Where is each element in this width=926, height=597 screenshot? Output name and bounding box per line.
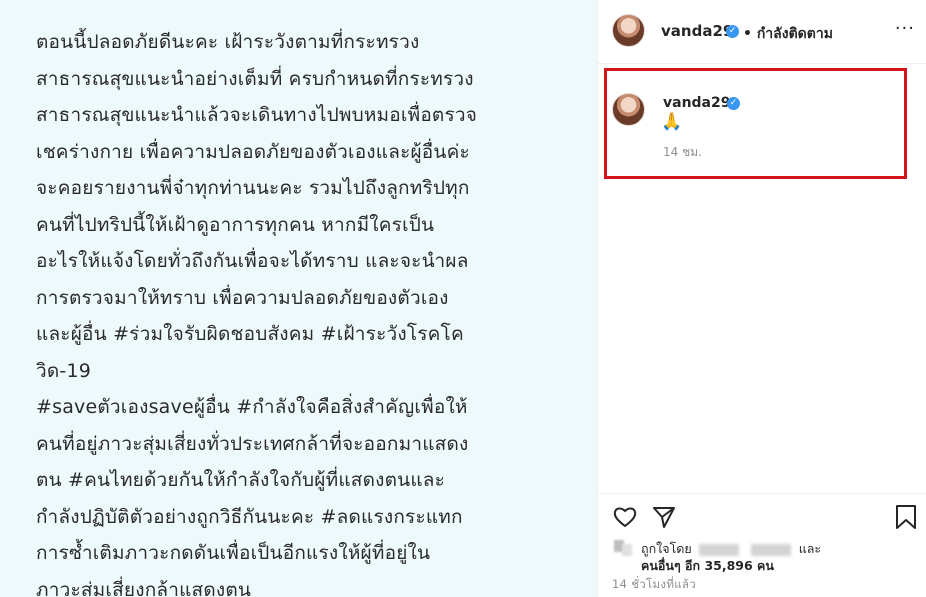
- bookmark-icon[interactable]: [894, 504, 918, 530]
- likes-count[interactable]: คนอื่นๆ อีก 35,896 คน: [641, 556, 774, 576]
- liker-avatars: [612, 538, 640, 558]
- caption-line: และผู้อื่น #ร่วมใจรับผิดชอบสังคม #เฝ้าระ…: [36, 323, 464, 345]
- caption-line: คนที่ไปทริปนี้ให้เฝ้าดูอาการทุกคน หากมีใ…: [36, 213, 435, 236]
- heart-icon[interactable]: [612, 504, 638, 530]
- caption-line: #saveตัวเองsaveผู้อื่น #กำลังใจคือสิ่งสำ…: [36, 396, 468, 418]
- caption-line: สาธารณสุขแนะนำอย่างเต็มที่ ครบกำหนดที่กร…: [36, 67, 474, 90]
- caption-line: คนที่อยู่ภาวะสุ่มเสี่ยงทั่วประเทศกล้าที่…: [36, 432, 469, 455]
- post-header: vanda29 ✓ • กำลังติดตาม ···: [598, 0, 926, 64]
- more-dots-icon[interactable]: ···: [895, 18, 915, 39]
- blurred-username[interactable]: [750, 543, 791, 556]
- highlight-box: [604, 68, 907, 179]
- avatar[interactable]: [612, 14, 645, 47]
- caption-line: อะไรให้แจ้งโดยทั่วถึงกันเพื่อจะได้ทราบ แ…: [36, 250, 469, 272]
- instagram-post-view: ตอนนี้ปลอดภัยดีนะคะ เฝ้าระวังตามที่กระทร…: [0, 0, 926, 597]
- caption-line: ภาวะสุ่มเสี่ยงกล้าแสดงตน: [36, 578, 252, 597]
- header-username[interactable]: vanda29: [661, 22, 733, 40]
- post-image: ตอนนี้ปลอดภัยดีนะคะ เฝ้าระวังตามที่กระทร…: [0, 0, 597, 597]
- post-sidebar: vanda29 ✓ • กำลังติดตาม ··· vanda29 ✓ 🙏 …: [597, 0, 926, 597]
- post-time[interactable]: 14 ชั่วโมงที่แล้ว: [612, 576, 696, 594]
- liked-by-and: และ: [798, 541, 822, 556]
- verified-badge-icon: ✓: [726, 25, 739, 38]
- caption-line: ตน #คนไทยด้วยกันให้กำลังใจกับผู้ที่แสดงต…: [36, 469, 446, 491]
- caption-line: สาธารณสุขแนะนำแล้วจะเดินทางไปพบหมอเพื่อต…: [36, 104, 478, 126]
- post-actions: ถูกใจโดย และ คนอื่นๆ อีก 35,896 คน 14 ชั…: [598, 493, 926, 597]
- liked-by-prefix: ถูกใจโดย: [641, 541, 692, 556]
- caption-line: กำลังปฏิบัติตัวอย่างถูกวิธีกันนะคะ #ลดแร…: [36, 505, 463, 528]
- caption-line: การซ้ำเติมภาวะกดดันเพื่อเป็นอีกแรงให้ผู้…: [36, 542, 431, 564]
- following-status[interactable]: • กำลังติดตาม: [743, 23, 833, 45]
- caption-line: การตรวจมาให้ทราบ เพื่อความปลอดภัยของตัวเ…: [36, 286, 449, 309]
- blurred-username[interactable]: [698, 543, 739, 556]
- send-icon[interactable]: [651, 504, 677, 530]
- caption-line: วิด-19: [36, 359, 92, 382]
- caption-line: เชคร่างกาย เพื่อความปลอดภัยของตัวเองและผ…: [36, 140, 470, 163]
- caption-line: จะคอยรายงานพี่จ๋าทุกท่านนะคะ รวมไปถึงลูก…: [36, 177, 470, 199]
- post-caption-text: ตอนนี้ปลอดภัยดีนะคะ เฝ้าระวังตามที่กระทร…: [36, 24, 584, 597]
- caption-line: ตอนนี้ปลอดภัยดีนะคะ เฝ้าระวังตามที่กระทร…: [36, 31, 420, 53]
